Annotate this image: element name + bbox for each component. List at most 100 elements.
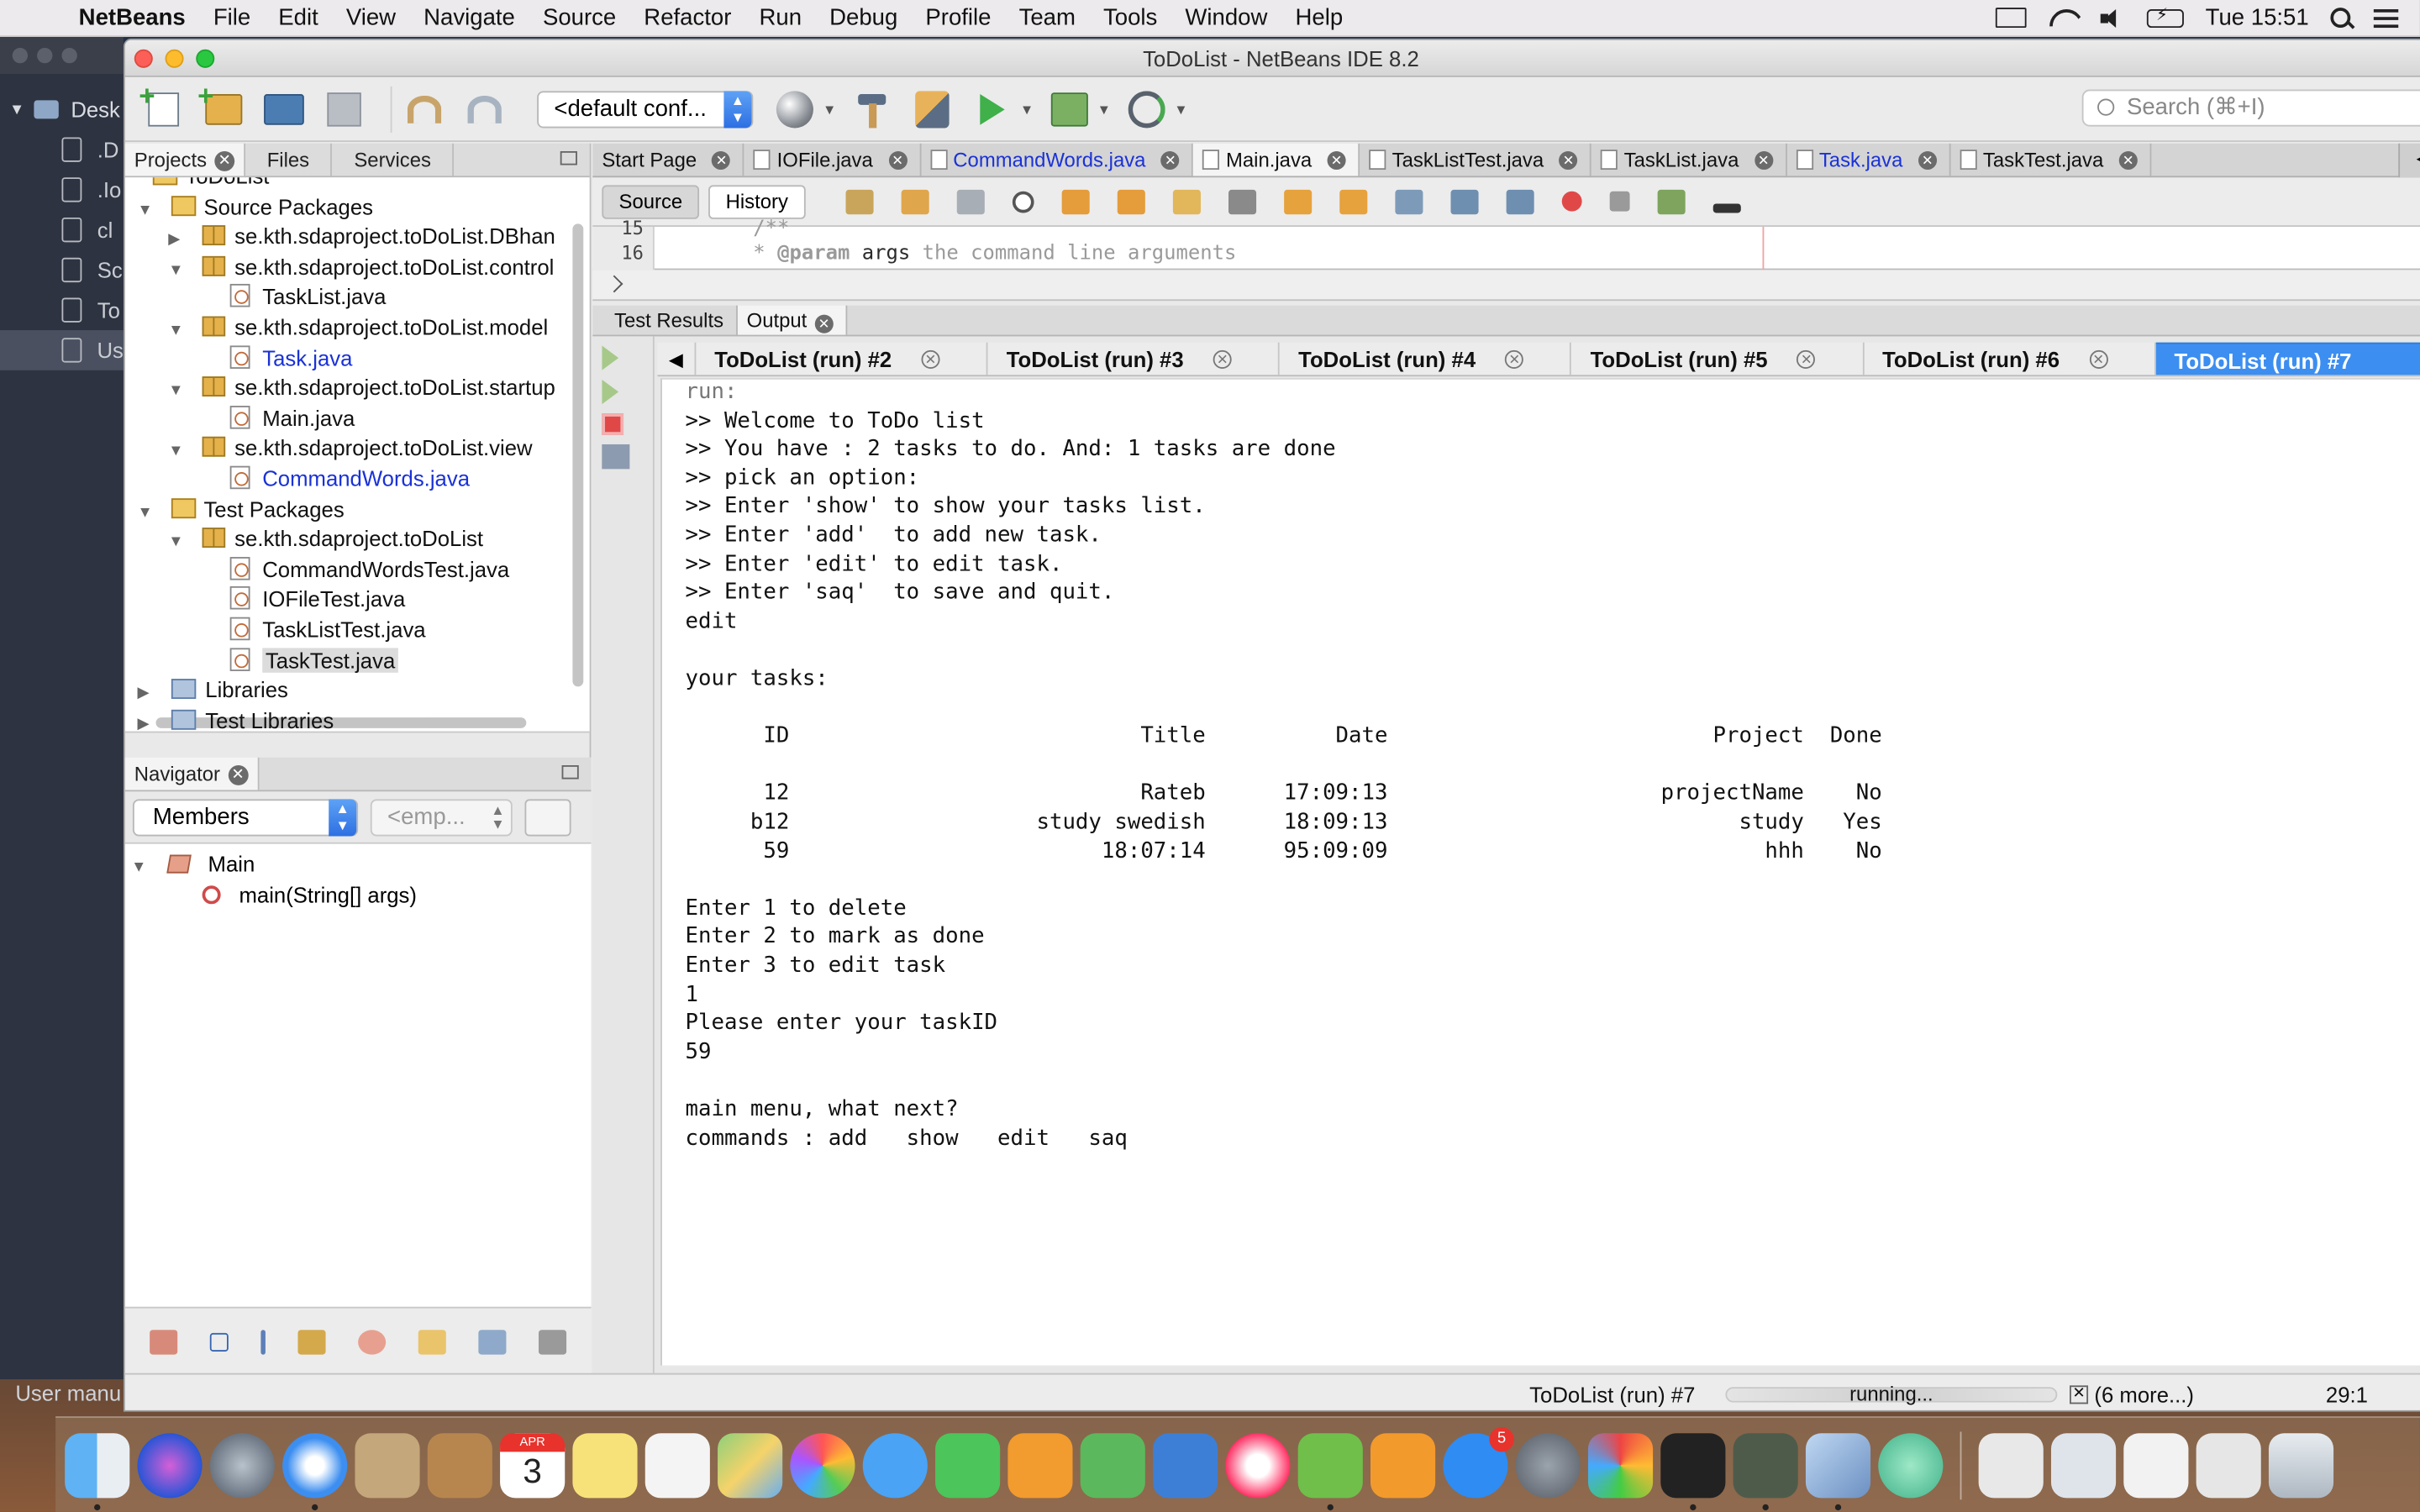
filter-fields-icon[interactable] (210, 1331, 229, 1352)
system-preferences-icon[interactable] (1515, 1432, 1581, 1498)
tree-node[interactable]: ▼ Source Packages (137, 192, 373, 223)
app-store-icon[interactable]: 5 (1443, 1426, 1514, 1498)
close-tab-icon[interactable]: ✕ (1213, 349, 1232, 369)
run-output-tab[interactable]: ToDoList (run) #4 ✕ (1280, 342, 1572, 375)
android-studio-icon[interactable] (1297, 1432, 1363, 1510)
editor-tab[interactable]: TaskList.java ✕ (1591, 143, 1787, 176)
tree-node[interactable]: ▼ se.kth.sdaproject.toDoList (168, 525, 483, 555)
chevron-down-icon[interactable]: ▼ (823, 101, 836, 116)
finder-item[interactable]: cl (0, 210, 124, 250)
tree-node[interactable]: TaskTest.java (229, 646, 398, 676)
tree-node[interactable]: CommandWords.java (229, 465, 470, 495)
comment-icon[interactable] (1656, 188, 1686, 214)
finder-sidebar-desktop[interactable]: ▼ Desk (0, 90, 124, 130)
close-tab-icon[interactable]: ✕ (228, 765, 249, 785)
finder-close-button[interactable] (12, 47, 29, 64)
wifi-icon[interactable] (2048, 7, 2079, 29)
close-tab-icon[interactable]: ✕ (214, 151, 235, 171)
navigator-filter-select[interactable]: <emp... ▲ ▼ (370, 798, 513, 836)
battery-icon[interactable] (2146, 4, 2184, 28)
tree-node[interactable]: CommandWordsTest.java (229, 555, 509, 585)
tab-services[interactable]: Services (333, 143, 455, 176)
shift-left-icon[interactable] (1449, 188, 1478, 214)
run-output-tab[interactable]: ToDoList (run) #3 ✕ (988, 342, 1281, 375)
finder-item[interactable]: Sc (0, 250, 124, 291)
tab-test-results[interactable]: Test Results (592, 305, 738, 335)
chevron-down-icon[interactable]: ▼ (1097, 101, 1111, 116)
find-previous-icon[interactable] (1061, 188, 1090, 214)
next-bookmark-icon[interactable] (1339, 188, 1367, 214)
airplay-icon[interactable] (1995, 8, 2027, 29)
run-output-tab[interactable]: ToDoList (run) #6 ✕ (1864, 342, 2156, 375)
safari-icon[interactable] (282, 1432, 348, 1510)
code-editor[interactable]: 15 16 /** * @param args the command line… (592, 218, 2420, 270)
finder-item[interactable]: .Io (0, 170, 124, 210)
uncomment-icon[interactable] (1712, 202, 1741, 213)
minimize-panel-icon[interactable] (561, 765, 579, 780)
chevron-down-icon[interactable]: ▼ (1174, 101, 1187, 116)
run-output-tab[interactable]: ToDoList (run) #5 ✕ (1572, 342, 1865, 375)
tree-node[interactable]: ToDoList (152, 177, 269, 192)
toggle-highlight-icon[interactable] (1172, 188, 1201, 214)
clean-build-button[interactable] (909, 86, 955, 132)
chevron-down-icon[interactable]: ▼ (168, 528, 190, 558)
forward-icon[interactable] (956, 188, 985, 214)
new-project-button[interactable] (197, 80, 247, 132)
menu-view[interactable]: View (332, 5, 409, 31)
source-view-button[interactable]: Source (602, 184, 700, 218)
build-project-button[interactable] (849, 86, 895, 132)
start-macro-record-icon[interactable] (1561, 191, 1581, 212)
tree-node[interactable]: Task.java (229, 344, 352, 374)
tree-node[interactable]: ▼ se.kth.sdaproject.toDoList.startup (168, 374, 555, 404)
tree-node[interactable]: ▼ se.kth.sdaproject.toDoList.view (168, 434, 532, 465)
rerun-icon[interactable] (602, 345, 619, 370)
xcode-icon[interactable] (1587, 1432, 1654, 1498)
filter-static-icon[interactable] (260, 1329, 266, 1354)
menu-navigate[interactable]: Navigate (410, 5, 529, 31)
reminders-icon[interactable] (644, 1432, 710, 1498)
members-select[interactable]: Members ▲ ▼ (132, 798, 359, 836)
close-tab-icon[interactable]: ✕ (1918, 150, 1937, 170)
contacts-icon[interactable] (427, 1432, 492, 1498)
output-console[interactable]: run: >> Welcome to ToDo list >> You have :… (660, 377, 2420, 1366)
rerun-with-params-icon[interactable] (602, 379, 619, 405)
browser-button[interactable] (771, 86, 818, 132)
close-tab-icon[interactable]: ✕ (2089, 349, 2108, 369)
tree-node[interactable]: TaskListTest.java (229, 616, 426, 646)
tab-scroll-left-icon[interactable]: ◀ (657, 342, 697, 375)
finder-zoom-button[interactable] (61, 47, 77, 64)
chevron-down-icon[interactable]: ▼ (168, 317, 190, 347)
tree-vertical-scrollbar[interactable] (572, 223, 584, 687)
trash-icon[interactable] (2268, 1432, 2334, 1498)
ibooks-icon[interactable] (1370, 1432, 1436, 1498)
toggle-bookmark-icon[interactable] (1394, 188, 1423, 214)
menu-source[interactable]: Source (529, 5, 629, 31)
filter-inner-classes-icon[interactable] (418, 1329, 446, 1354)
tree-node[interactable]: ▶ Test Libraries (137, 706, 334, 732)
editor-split-handle[interactable] (592, 270, 2420, 302)
terminal-icon[interactable] (1660, 1432, 1726, 1510)
editor-tab[interactable]: Start Page ✕ (592, 143, 745, 176)
menubar-clock[interactable]: Tue 15:51 (2206, 5, 2309, 31)
document-icon[interactable] (2050, 1432, 2117, 1498)
run-output-tab[interactable]: ToDoList (run) #2 ✕ (696, 342, 988, 375)
sort-by-name-icon[interactable] (477, 1329, 506, 1354)
chevron-down-icon[interactable]: ▼ (1020, 101, 1034, 116)
volume-icon[interactable] (2100, 7, 2125, 29)
chevron-down-icon[interactable]: ▼ (137, 498, 159, 528)
sort-by-source-icon[interactable] (538, 1329, 566, 1354)
chevron-down-icon[interactable]: ▼ (168, 256, 190, 286)
close-window-button[interactable] (134, 49, 153, 68)
notification-center-icon[interactable] (2373, 8, 2399, 28)
filter-nonpublic-icon[interactable] (357, 1329, 387, 1354)
lock-icon[interactable] (297, 1329, 326, 1354)
editor-tab[interactable]: Task.java ✕ (1786, 143, 1951, 176)
menu-refactor[interactable]: Refactor (630, 5, 745, 31)
close-tab-icon[interactable]: ✕ (921, 349, 940, 369)
notes-icon[interactable] (572, 1432, 638, 1498)
tab-scroll-left-icon[interactable]: ◀ (2398, 143, 2420, 178)
tree-node[interactable]: ▶ Libraries (137, 676, 287, 706)
menu-window[interactable]: Window (1171, 5, 1281, 31)
launchpad-icon[interactable] (209, 1432, 275, 1498)
close-tab-icon[interactable]: ✕ (814, 314, 834, 333)
